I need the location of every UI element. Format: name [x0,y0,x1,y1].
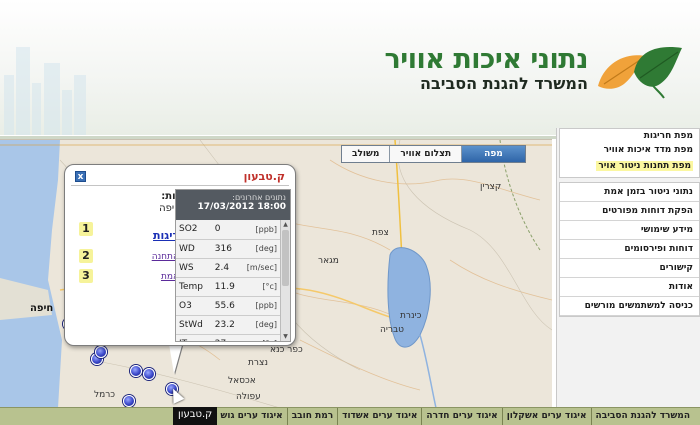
scroll-up-icon[interactable]: ▲ [281,220,290,229]
scroll-thumb[interactable] [282,230,289,286]
latest-readings-panel: נתונים אחרונים: 18:00 17/03/2012 SO2 0 [pp… [175,189,291,342]
table-row: SO2 0 [ppb] [176,220,280,240]
station-tooltip: ק.טבעון [173,407,218,425]
table-row: WS 2.4 [m/sec] [176,258,280,278]
nav-label: נתוני ניטור בזמן אמת [604,187,693,197]
nav-realtime[interactable]: נתוני ניטור בזמן אמת [560,183,699,202]
scroll-down-icon[interactable]: ▼ [281,332,290,341]
nav-label: מפת תחנות ניטור אויר [596,161,693,171]
param-value: 2.4 [211,258,241,278]
param-name: O3 [176,296,212,316]
step-badge: 1 [79,222,93,236]
param-name: ITemp [176,334,212,341]
partners-bar: המשרד להגנת הסביבה איגוד ערים אשקלון איג… [0,407,700,425]
station-marker[interactable] [123,395,135,407]
nav-label: קישורים [659,263,693,273]
param-value: 11.9 [211,277,241,297]
latest-label: נתונים אחרונים: [232,193,286,202]
map-place-label: כינרת [400,311,422,321]
readings-table: SO2 0 [ppb] WD 316 [deg] WS 2.4 [m/sec] Temp 11… [176,220,280,341]
nav-label: אודות [668,282,693,292]
nav-label: כניסה למשתמשים מורשים [584,301,693,311]
nav-aqi-map[interactable]: מפת מדד איכות אוויר [560,143,699,159]
nav-about[interactable]: אודות [560,278,699,297]
map-place-label: מגאר [318,256,339,266]
param-unit: [ppb] [240,220,280,240]
param-name: StWd [176,315,212,335]
param-name: WS [176,258,212,278]
partner-link[interactable]: איגוד ערים אשקלון [501,408,591,425]
param-unit: [°c] [240,334,280,341]
station-marker[interactable] [143,368,155,380]
station-marker[interactable] [95,346,107,358]
param-value: 0 [211,220,241,240]
nav-authorized-login[interactable]: כניסה למשתמשים מורשים [560,297,699,316]
partner-link[interactable]: רמת חובב [286,408,337,425]
nav-label: מפת מדד איכות אוויר [603,145,693,155]
param-unit: [m/sec] [240,258,280,278]
nav-label: מידע שימושי [640,225,693,235]
map-type-switcher: משולב תצלום אוויר מפה [341,145,526,163]
readings-timestamp: 18:00 17/03/2012 [197,202,286,212]
nav-group-maps: מפת חריגות מפת מדד איכות אוויר מפת תחנות… [559,128,700,178]
param-unit: [ppb] [240,296,280,316]
nav-reports-publications[interactable]: דוחות ופירסומים [560,240,699,259]
side-navigation: מפת חריגות מפת מדד איכות אוויר מפת תחנות… [556,128,700,408]
map-place-label: כרמל [94,390,116,400]
step-badge: 2 [79,249,93,263]
table-row: O3 55.6 [ppb] [176,296,280,316]
map-place-label: קצרין [480,182,502,192]
table-row: Temp 11.9 [°c] [176,277,280,297]
map-type-satellite[interactable]: תצלום אוויר [389,146,461,162]
map-place-label: כפר כנא [270,345,303,355]
map-type-hybrid[interactable]: משולב [342,146,389,162]
popup-title: ק.טבעון [243,170,285,183]
nav-stations-map[interactable]: מפת תחנות ניטור אויר [560,159,699,175]
param-value: 55.6 [211,296,241,316]
param-value: 27 [211,334,241,341]
table-row: ITemp27[°c] [176,334,280,341]
partner-link[interactable]: איגוד ערים חדרה [421,408,501,425]
nav-label: דוחות ופירסומים [624,244,693,254]
nav-exceedances-map[interactable]: מפת חריגות [560,129,699,143]
map-place-label: צפת [372,228,389,238]
leaves-icon [598,47,682,99]
partner-link[interactable]: איגוד ערים אשדוד [337,408,421,425]
site-title: נתוני איכות אוויר [384,44,589,75]
map-place-label: נצרת [248,358,268,368]
param-unit: [deg] [240,239,280,259]
step-badge: 3 [79,269,93,283]
skyline-decoration [0,20,90,135]
table-row: StWd 23.2 [deg] [176,315,280,335]
param-unit: [deg] [240,315,280,335]
map-type-map[interactable]: מפה [461,146,525,162]
map-place-label: טבריה [380,325,405,335]
param-name: WD [176,239,212,259]
map-place-label: חיפה [30,303,54,314]
readings-scrollbar[interactable]: ▲ ▼ [280,220,290,341]
param-value: 23.2 [211,315,241,335]
param-name: Temp [176,277,212,297]
nav-detailed-reports[interactable]: הפקת דוחות מפורטים [560,202,699,221]
param-unit: [°c] [240,277,280,297]
partner-link[interactable]: המשרד להגנת הסביבה [590,408,700,425]
param-name: SO2 [176,220,212,240]
map-place-label: עפולה [236,392,261,402]
station-marker[interactable] [130,365,142,377]
nav-links[interactable]: קישורים [560,259,699,278]
site-header: נתוני איכות אוויר המשרד להגנת הסביבה [0,0,700,135]
table-row: WD 316 [deg] [176,239,280,259]
station-popup: x ק.טבעון תחנה בבעלות: איגוד ערים חיפה 1… [64,164,296,346]
readings-header: נתונים אחרונים: 18:00 17/03/2012 [176,190,290,220]
nav-useful-info[interactable]: מידע שימושי [560,221,699,240]
nav-label: מפת חריגות [643,131,693,141]
close-icon[interactable]: x [75,171,86,182]
nav-label: הפקת דוחות מפורטים [602,206,693,216]
site-subtitle: המשרד להגנת הסביבה [420,74,588,93]
popup-divider [71,185,289,186]
nav-group-main: נתוני ניטור בזמן אמת הפקת דוחות מפורטים … [559,182,700,317]
param-value: 316 [211,239,241,259]
map-place-label: אכסאל [228,376,256,386]
